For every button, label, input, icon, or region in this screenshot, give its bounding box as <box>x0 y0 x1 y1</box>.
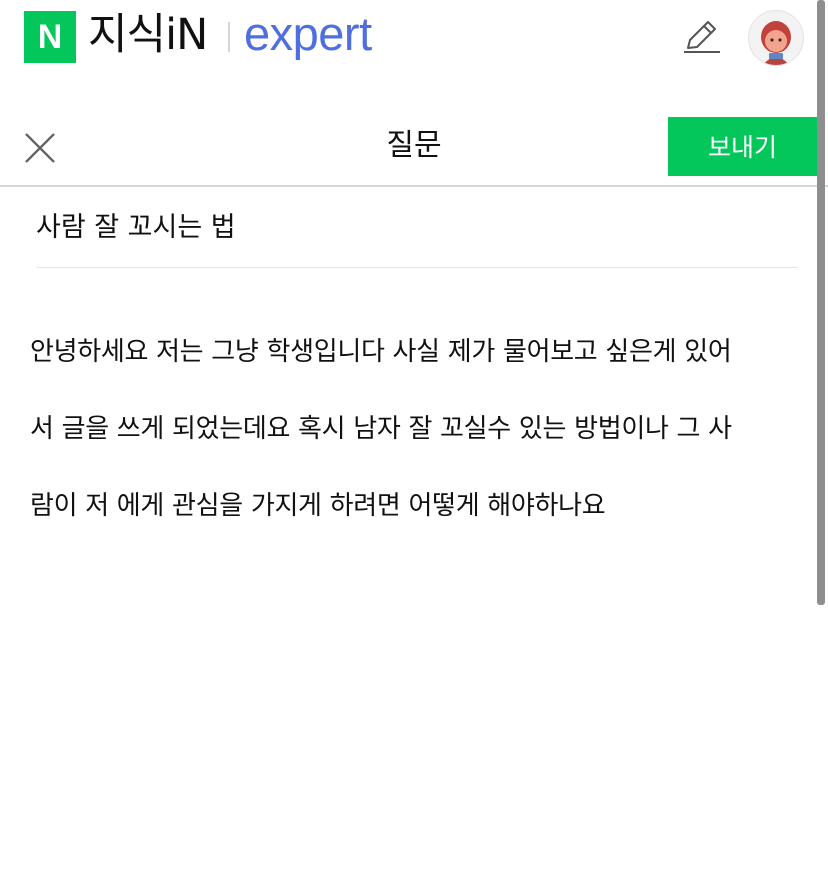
avatar-icon[interactable] <box>748 10 804 66</box>
expert-brand[interactable]: expert <box>244 4 372 64</box>
title-divider <box>36 267 798 268</box>
question-body-field[interactable]: 안녕하세요 저는 그냥 학생입니다 사실 제가 물어보고 싶은게 있어 서 글을… <box>30 294 800 564</box>
header-divider <box>0 185 828 187</box>
brand-divider <box>228 22 230 52</box>
top-bar: N 지식iN expert <box>0 0 828 80</box>
kin-brand[interactable]: 지식iN <box>88 9 208 61</box>
scrollbar[interactable] <box>817 0 825 605</box>
question-title-field[interactable]: 사람 잘 꼬시는 법 <box>36 207 236 249</box>
pencil-icon[interactable] <box>680 18 722 56</box>
body-line: 안녕하세요 저는 그냥 학생입니다 사실 제가 물어보고 싶은게 있어 <box>30 336 732 367</box>
body-line: 람이 저 에게 관심을 가지게 하려면 어떻게 해야하나요 <box>30 490 606 521</box>
send-button[interactable]: 보내기 <box>668 117 817 176</box>
body-line: 서 글을 쓰게 되었는데요 혹시 남자 잘 꼬실수 있는 방법이나 그 사 <box>30 413 732 444</box>
naver-logo[interactable]: N <box>24 11 76 63</box>
compose-header: 질문 보내기 <box>0 116 828 186</box>
